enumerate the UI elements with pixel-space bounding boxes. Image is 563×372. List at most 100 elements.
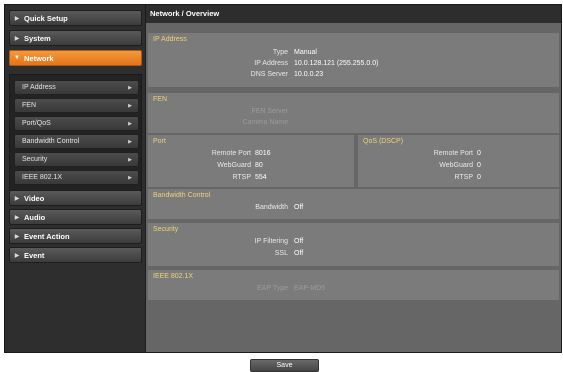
section-title: IEEE 802.1X: [153, 273, 194, 280]
app-frame: ▶ Quick Setup ▶ System ▼ Network IP Addr…: [4, 4, 562, 353]
qos-webguard-row: WebGuard: [358, 161, 473, 171]
field-label: SSL: [274, 250, 288, 257]
field-value: 0: [477, 150, 481, 157]
ip-type-row: Type: [148, 48, 288, 58]
field-label: WebGuard: [217, 162, 251, 169]
chevron-right-icon: ▶: [14, 35, 20, 42]
menu-video[interactable]: ▶ Video: [9, 190, 142, 206]
fen-server-row: FEN Server: [148, 107, 288, 117]
ieee-section: IEEE 802.1X EAP Type EAP-MD5: [148, 270, 559, 300]
submenu-label: Bandwidth Control: [22, 138, 80, 145]
field-value: 10.0.0.23: [294, 71, 324, 78]
section-title: FEN: [153, 96, 167, 103]
chevron-down-icon: ▼: [14, 55, 20, 61]
bandwidth-value-row: Off: [294, 203, 394, 213]
field-value: 80: [255, 162, 263, 169]
ip-filtering-value-row: Off: [294, 237, 394, 247]
menu-label: Event Action: [24, 231, 70, 241]
security-section: Security IP Filtering Off SSL Off: [148, 223, 559, 266]
field-label: DNS Server: [250, 71, 288, 78]
chevron-right-icon: ▶: [128, 138, 132, 145]
remote-port-row: Remote Port: [148, 149, 251, 159]
submenu-ieee-8021x[interactable]: IEEE 802.1X ▶: [14, 170, 139, 185]
save-button[interactable]: Save: [250, 359, 319, 372]
chevron-right-icon: ▶: [14, 214, 20, 221]
menu-label: Event: [24, 250, 45, 260]
ip-filtering-row: IP Filtering: [148, 237, 288, 247]
ip-address-value-row: 10.0.128.121 (255.255.0.0): [294, 59, 494, 69]
fen-section: FEN FEN Server Camera Name: [148, 93, 559, 133]
field-value: Manual: [294, 49, 317, 56]
field-label: Remote Port: [433, 150, 473, 157]
webguard-value-row: 80: [255, 161, 335, 171]
dns-value-row: 10.0.0.23: [294, 70, 494, 80]
rtsp-value-row: 554: [255, 173, 335, 183]
submenu-port-qos[interactable]: Port/QoS ▶: [14, 116, 139, 131]
menu-system[interactable]: ▶ System: [9, 30, 142, 46]
ssl-row: SSL: [148, 249, 288, 259]
chevron-right-icon: ▶: [14, 15, 20, 22]
ip-type-value-row: Manual: [294, 48, 494, 58]
submenu-ip-address[interactable]: IP Address ▶: [14, 80, 139, 95]
chevron-right-icon: ▶: [128, 156, 132, 163]
menu-label: Video: [24, 193, 45, 203]
main-content: Network / Overview IP Address Type Manua…: [146, 5, 561, 352]
menu-label: Audio: [24, 212, 46, 222]
menu-audio[interactable]: ▶ Audio: [9, 209, 142, 225]
menu-network[interactable]: ▼ Network: [9, 50, 142, 66]
port-section: Port Remote Port 8016 WebGuard 80 RTSP 5…: [148, 135, 354, 187]
field-label: Remote Port: [211, 150, 251, 157]
eap-type-value-row: EAP-MD5: [294, 284, 394, 294]
field-value: 0: [477, 162, 481, 169]
chevron-right-icon: ▶: [128, 174, 132, 181]
field-label: WebGuard: [439, 162, 473, 169]
qos-webguard-value-row: 0: [477, 161, 537, 171]
chevron-right-icon: ▶: [128, 102, 132, 109]
qos-remote-port-value-row: 0: [477, 149, 537, 159]
chevron-right-icon: ▶: [14, 195, 20, 202]
bandwidth-section: Bandwidth Control Bandwidth Off: [148, 189, 559, 219]
submenu-label: IP Address: [22, 84, 56, 91]
submenu-label: Port/QoS: [22, 120, 51, 127]
menu-event-action[interactable]: ▶ Event Action: [9, 228, 142, 244]
ip-address-section: IP Address Type Manual IP Address 10.0.1…: [148, 33, 559, 87]
qos-rtsp-value-row: 0: [477, 173, 537, 183]
section-title: Port: [153, 138, 166, 145]
submenu-fen[interactable]: FEN ▶: [14, 98, 139, 113]
field-value: 10.0.128.121 (255.255.0.0): [294, 60, 379, 67]
field-value: 0: [477, 174, 481, 181]
menu-event[interactable]: ▶ Event: [9, 247, 142, 263]
submenu-label: FEN: [22, 102, 36, 109]
field-value: 8016: [255, 150, 271, 157]
chevron-right-icon: ▶: [128, 120, 132, 127]
camera-name-row: Camera Name: [148, 118, 288, 128]
section-title: Bandwidth Control: [153, 192, 211, 199]
bandwidth-row: Bandwidth: [148, 203, 288, 213]
eap-type-row: EAP Type: [148, 284, 288, 294]
dns-row: DNS Server: [148, 70, 288, 80]
field-value: Off: [294, 250, 304, 257]
field-label: Type: [272, 49, 288, 56]
field-label: IP Address: [254, 60, 288, 67]
field-label: FEN Server: [251, 108, 288, 115]
qos-rtsp-row: RTSP: [358, 173, 473, 183]
qos-section: QoS (DSCP) Remote Port 0 WebGuard 0 RTSP…: [358, 135, 559, 187]
field-label: RTSP: [232, 174, 251, 181]
submenu-security[interactable]: Security ▶: [14, 152, 139, 167]
submenu-label: IEEE 802.1X: [22, 174, 63, 181]
submenu-bandwidth-control[interactable]: Bandwidth Control ▶: [14, 134, 139, 149]
webguard-row: WebGuard: [148, 161, 251, 171]
field-value: 554: [255, 174, 267, 181]
field-label: EAP Type: [257, 285, 288, 292]
field-label: RTSP: [454, 174, 473, 181]
section-title: QoS (DSCP): [363, 138, 404, 145]
menu-label: Network: [24, 53, 54, 63]
sidebar: ▶ Quick Setup ▶ System ▼ Network IP Addr…: [5, 5, 146, 352]
page-title: Network / Overview: [146, 5, 561, 23]
network-submenu: IP Address ▶ FEN ▶ Port/QoS ▶ Bandwidth …: [9, 74, 142, 191]
chevron-right-icon: ▶: [128, 84, 132, 91]
field-label: Bandwidth: [255, 204, 288, 211]
chevron-right-icon: ▶: [14, 252, 20, 259]
submenu-label: Security: [22, 156, 48, 163]
menu-quick-setup[interactable]: ▶ Quick Setup: [9, 10, 142, 26]
